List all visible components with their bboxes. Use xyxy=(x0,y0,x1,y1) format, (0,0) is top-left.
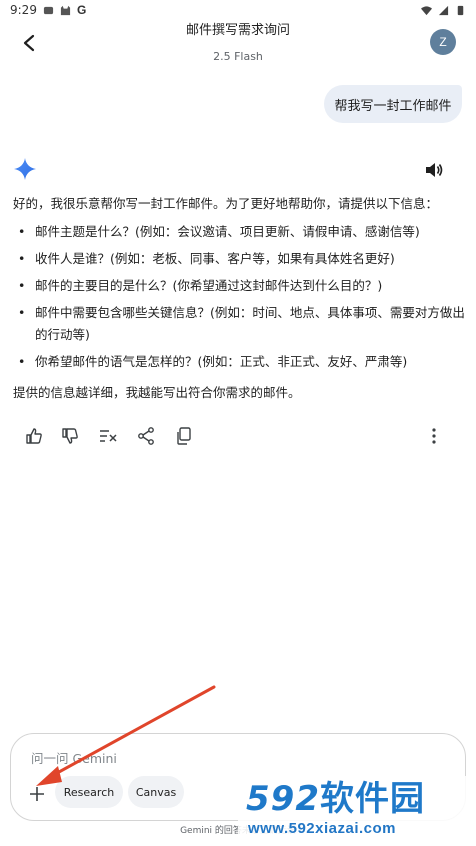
research-chip[interactable]: Research xyxy=(55,776,123,808)
list-item: 邮件中需要包含哪些关键信息？(例如：时间、地点、具体事项、需要对方做出的行动等) xyxy=(13,302,465,346)
more-vert-icon[interactable] xyxy=(424,426,444,446)
signal-icon xyxy=(438,5,449,15)
plus-icon xyxy=(30,787,44,801)
response-actions xyxy=(24,424,454,448)
list-item: 邮件的主要目的是什么？(你希望通过这封邮件达到什么目的？) xyxy=(13,275,465,297)
notification-icon xyxy=(43,6,54,14)
cat-app-icon xyxy=(60,5,71,15)
list-item: 你希望邮件的语气是怎样的？(例如：正式、非正式、友好、严肃等) xyxy=(13,351,465,373)
response-closing: 提供的信息越详细，我越能写出符合你需求的邮件。 xyxy=(13,385,301,400)
battery-icon xyxy=(457,5,464,15)
list-item: 收件人是谁？(例如：老板、同事、客户等，如果有具体姓名更好) xyxy=(13,248,465,270)
user-avatar[interactable]: Z xyxy=(430,29,456,55)
watermark-text: 软件园 xyxy=(319,779,425,819)
share-icon[interactable] xyxy=(136,426,156,446)
response-intro: 好的，我很乐意帮你写一封工作邮件。为了更好地帮助你，请提供以下信息： xyxy=(13,196,439,211)
wifi-icon xyxy=(421,5,432,15)
list-item: 邮件主题是什么？(例如：会议邀请、项目更新、请假申请、感谢信等) xyxy=(13,221,465,243)
status-right xyxy=(421,5,466,16)
user-message-bubble: 帮我写一封工作邮件 xyxy=(324,85,462,123)
status-left: 9:29 G xyxy=(10,3,86,17)
watermark-url: www.592xiazai.com xyxy=(248,820,397,837)
google-g-icon: G xyxy=(76,3,87,17)
top-app-bar: 邮件撰写需求询问 2.5 Flash Z xyxy=(0,20,476,68)
modify-response-icon[interactable] xyxy=(98,426,118,446)
gemini-sparkle-icon xyxy=(14,158,36,180)
watermark-logo: 592软件园 www.592xiazai.com xyxy=(238,776,474,844)
canvas-chip[interactable]: Canvas xyxy=(128,776,184,808)
speaker-icon[interactable] xyxy=(424,160,444,180)
back-icon xyxy=(23,34,35,52)
status-bar: 9:29 G xyxy=(0,0,476,20)
response-list: 邮件主题是什么？(例如：会议邀请、项目更新、请假申请、感谢信等) 收件人是谁？(… xyxy=(13,221,465,373)
back-button[interactable] xyxy=(16,30,42,56)
title-area[interactable]: 邮件撰写需求询问 2.5 Flash xyxy=(120,22,356,64)
annotation-arrow xyxy=(36,685,216,786)
add-attachment-button[interactable] xyxy=(23,780,51,808)
watermark-digits: 592 xyxy=(246,779,320,819)
chat-title: 邮件撰写需求询问 xyxy=(185,23,290,38)
model-response: 好的，我很乐意帮你写一封工作邮件。为了更好地帮助你，请提供以下信息： 邮件主题是… xyxy=(13,192,465,405)
copy-icon[interactable] xyxy=(174,426,194,446)
model-name: 2.5 Flash xyxy=(213,50,263,63)
thumbs-up-icon[interactable] xyxy=(24,426,44,446)
status-time: 9:29 xyxy=(10,3,37,17)
prompt-input[interactable]: 问一问 Gemini xyxy=(31,748,117,767)
thumbs-down-icon[interactable] xyxy=(60,426,80,446)
watermark-brand: 592软件园 xyxy=(246,778,425,820)
